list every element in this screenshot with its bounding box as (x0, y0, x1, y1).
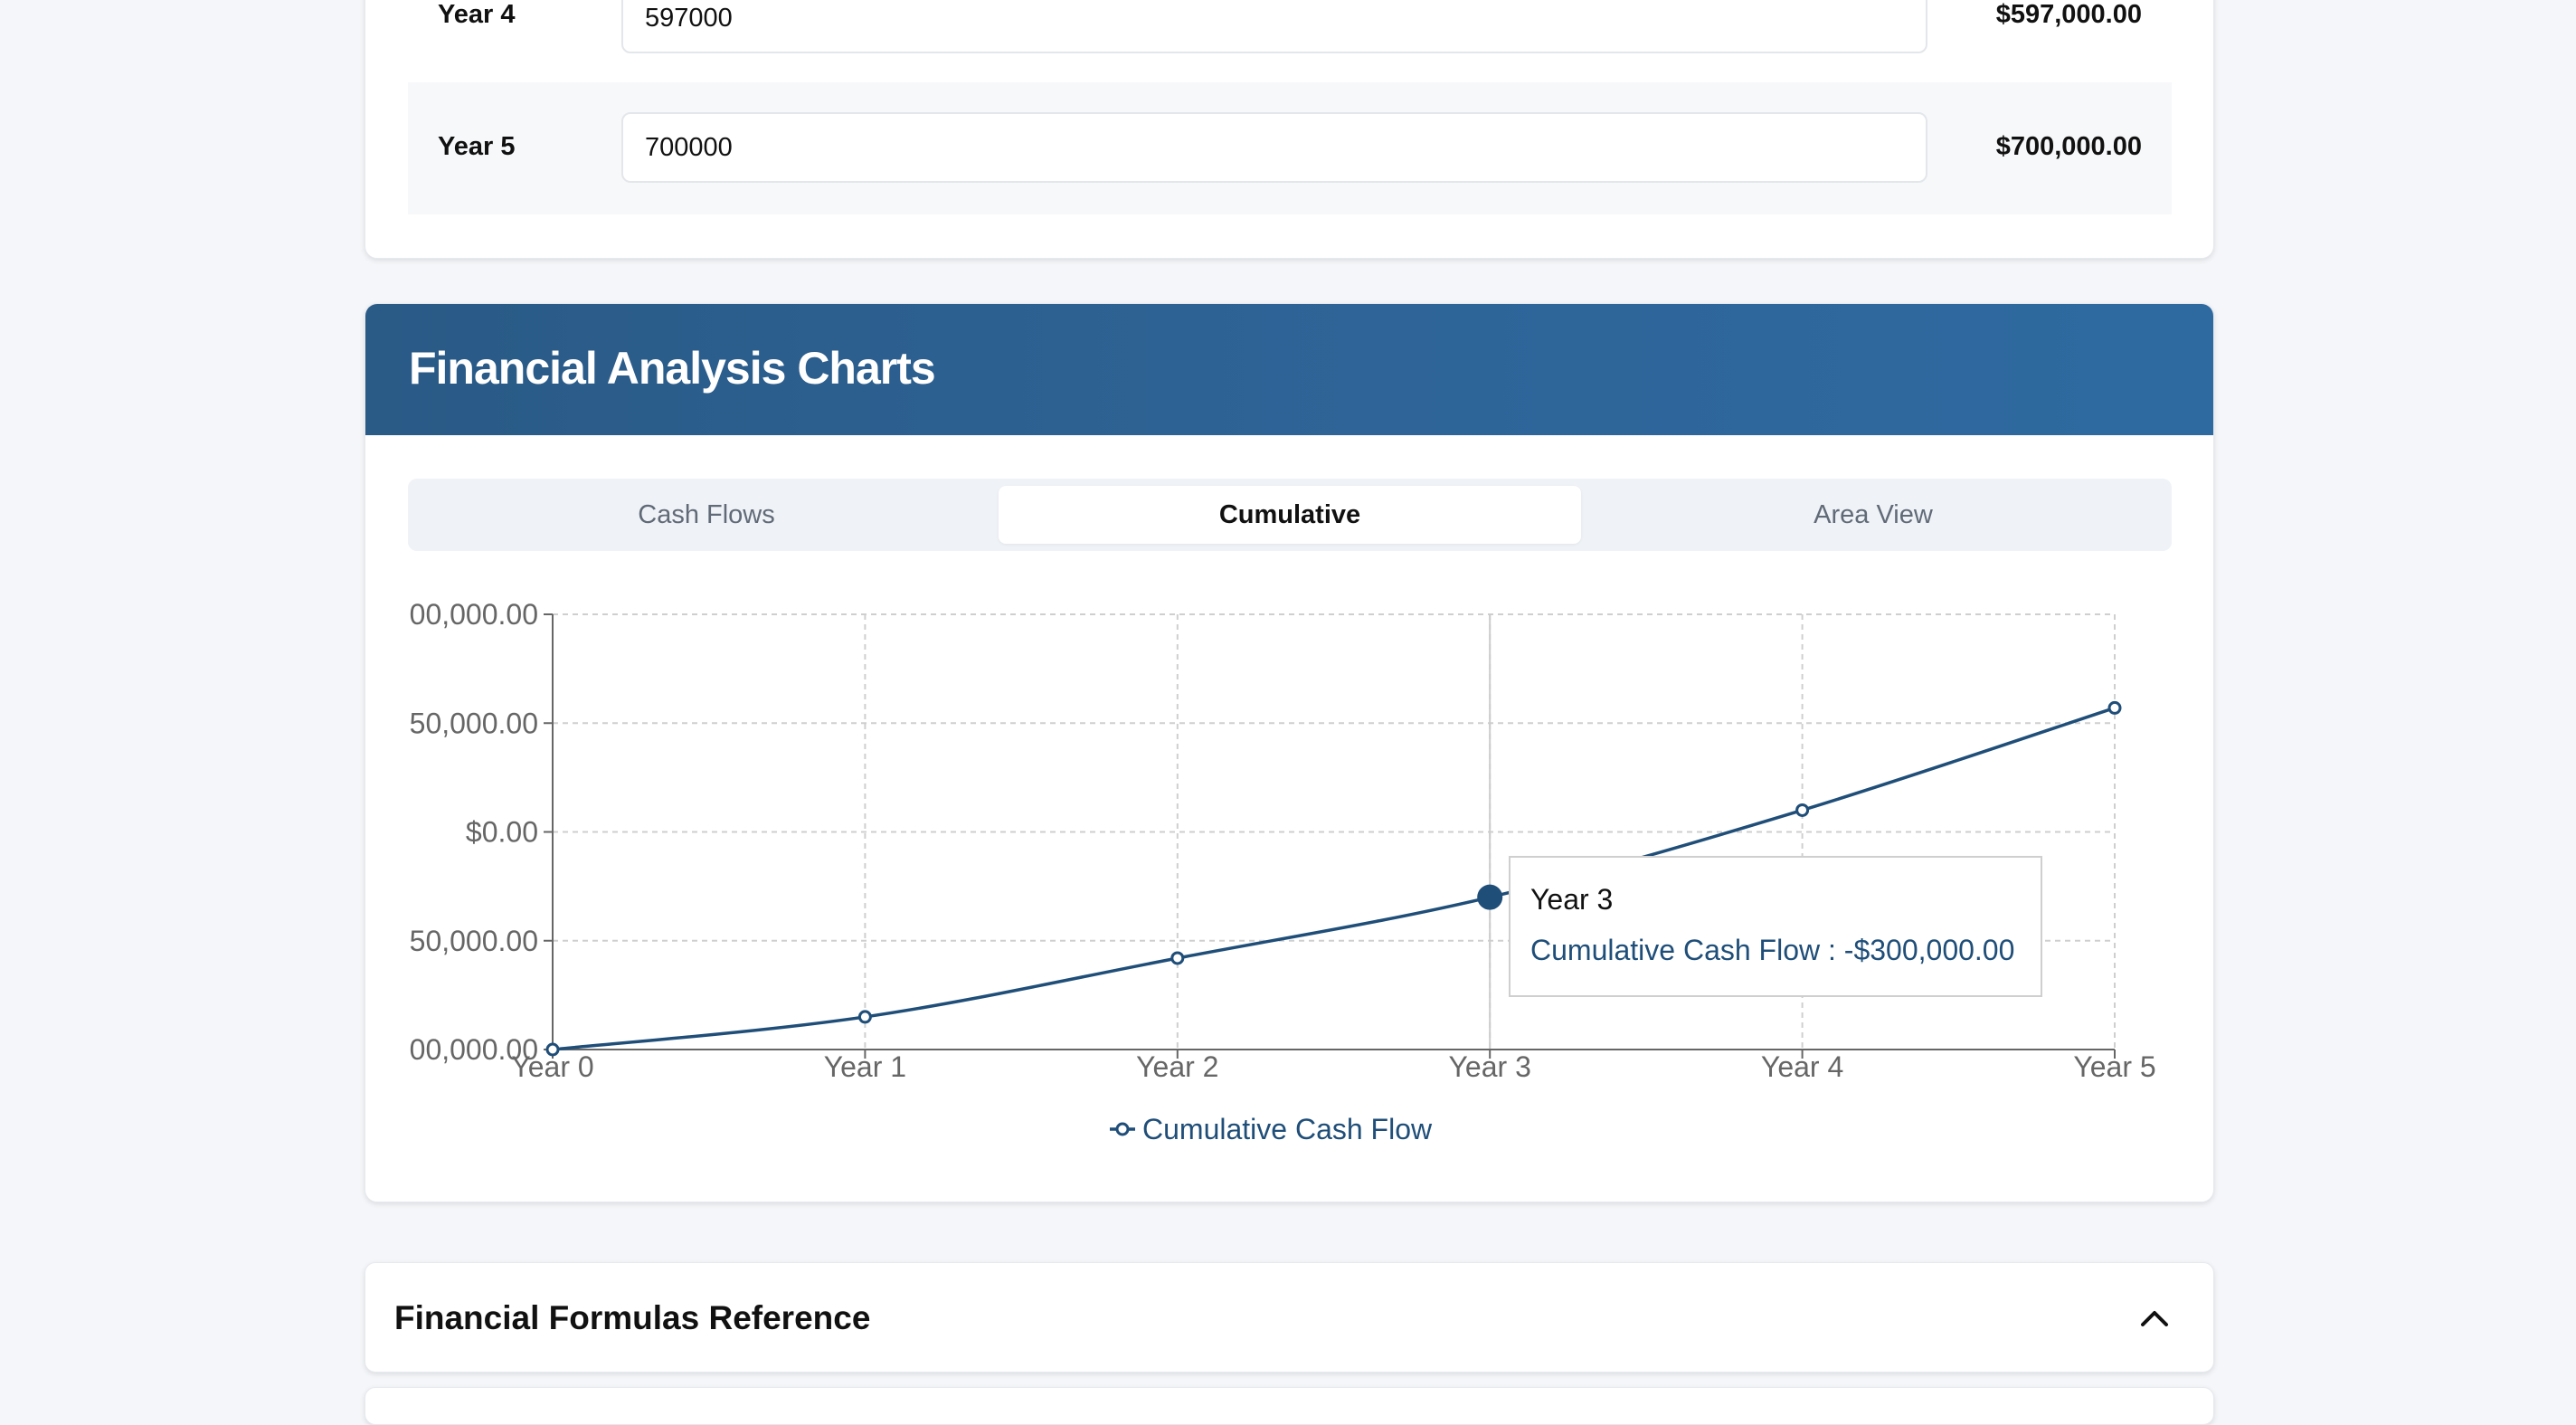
tooltip-value: Cumulative Cash Flow : -$300,000.00 (1530, 934, 2015, 966)
next-card-edge (365, 1387, 2214, 1425)
tooltip-title: Year 3 (1530, 883, 1614, 916)
tab-cash-flows[interactable]: Cash Flows (415, 486, 998, 544)
row-amount: $597,000.00 (1995, 0, 2142, 29)
charts-card: Financial Analysis Charts Cash Flows Cum… (365, 303, 2214, 1202)
cash-flow-row-year5: Year 5 $700,000.00 (408, 82, 2172, 214)
accordion-title: Financial Formulas Reference (394, 1299, 871, 1336)
chart-tooltip: Year 3 Cumulative Cash Flow : -$300,000.… (1509, 856, 2042, 997)
chevron-up-icon[interactable] (2139, 1303, 2170, 1334)
row-label: Year 4 (438, 0, 516, 29)
tab-area-view[interactable]: Area View (1582, 486, 2164, 544)
tab-cumulative[interactable]: Cumulative (999, 486, 1581, 544)
charts-title: Financial Analysis Charts (409, 343, 936, 394)
cash-flow-card: Year 4 $597,000.00 Year 5 $700,000.00 (365, 0, 2214, 259)
row-amount: $700,000.00 (1995, 132, 2142, 161)
formulas-accordion[interactable]: Financial Formulas Reference (365, 1262, 2214, 1373)
cash-flow-input[interactable] (621, 0, 1927, 53)
row-label: Year 5 (438, 132, 516, 161)
cash-flow-input[interactable] (621, 112, 1927, 183)
cash-flow-row-year4: Year 4 $597,000.00 (408, 0, 2172, 84)
chart-tabs: Cash Flows Cumulative Area View (408, 479, 2172, 551)
charts-header: Financial Analysis Charts (365, 304, 2213, 435)
